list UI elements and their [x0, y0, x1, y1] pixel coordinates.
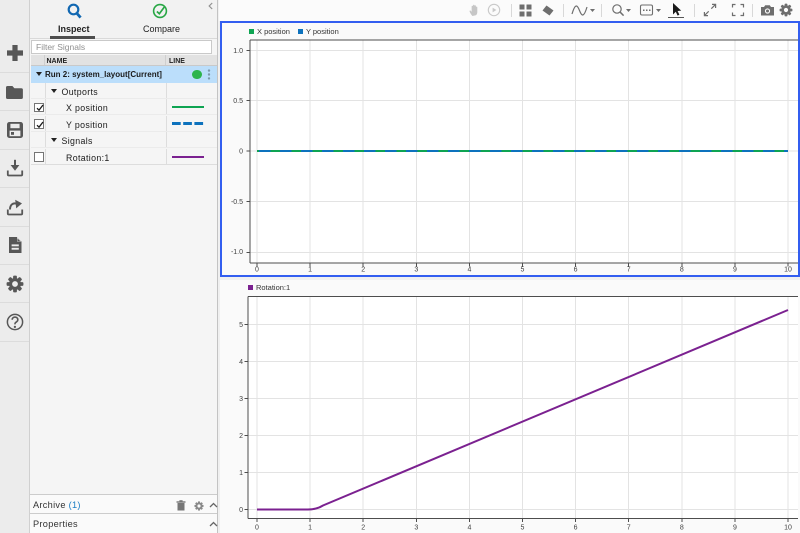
svg-text:2: 2 — [361, 524, 365, 531]
svg-text:0: 0 — [239, 149, 243, 156]
svg-text:5: 5 — [521, 267, 525, 274]
svg-text:9: 9 — [733, 524, 737, 531]
svg-text:1: 1 — [308, 524, 312, 531]
svg-text:-1.0: -1.0 — [231, 249, 243, 256]
svg-text:0: 0 — [255, 267, 259, 274]
svg-text:3: 3 — [414, 524, 418, 531]
svg-text:6: 6 — [574, 524, 578, 531]
svg-text:8: 8 — [680, 524, 684, 531]
svg-text:10: 10 — [784, 524, 792, 531]
svg-text:2: 2 — [361, 267, 365, 274]
svg-text:3: 3 — [414, 267, 418, 274]
svg-text:1: 1 — [308, 267, 312, 274]
svg-text:6: 6 — [574, 267, 578, 274]
svg-text:-0.5: -0.5 — [231, 199, 243, 206]
svg-text:4: 4 — [467, 524, 471, 531]
svg-text:8: 8 — [680, 267, 684, 274]
svg-text:0: 0 — [239, 507, 243, 514]
svg-text:9: 9 — [733, 267, 737, 274]
svg-text:7: 7 — [627, 267, 631, 274]
svg-text:4: 4 — [239, 359, 243, 366]
svg-text:2: 2 — [239, 433, 243, 440]
svg-text:4: 4 — [467, 267, 471, 274]
svg-text:5: 5 — [521, 524, 525, 531]
svg-text:5: 5 — [239, 322, 243, 329]
svg-text:1.0: 1.0 — [233, 48, 243, 55]
svg-text:1: 1 — [239, 470, 243, 477]
svg-text:10: 10 — [784, 267, 792, 274]
svg-text:0: 0 — [255, 524, 259, 531]
svg-text:7: 7 — [627, 524, 631, 531]
svg-text:0.5: 0.5 — [233, 98, 243, 105]
svg-text:3: 3 — [239, 396, 243, 403]
